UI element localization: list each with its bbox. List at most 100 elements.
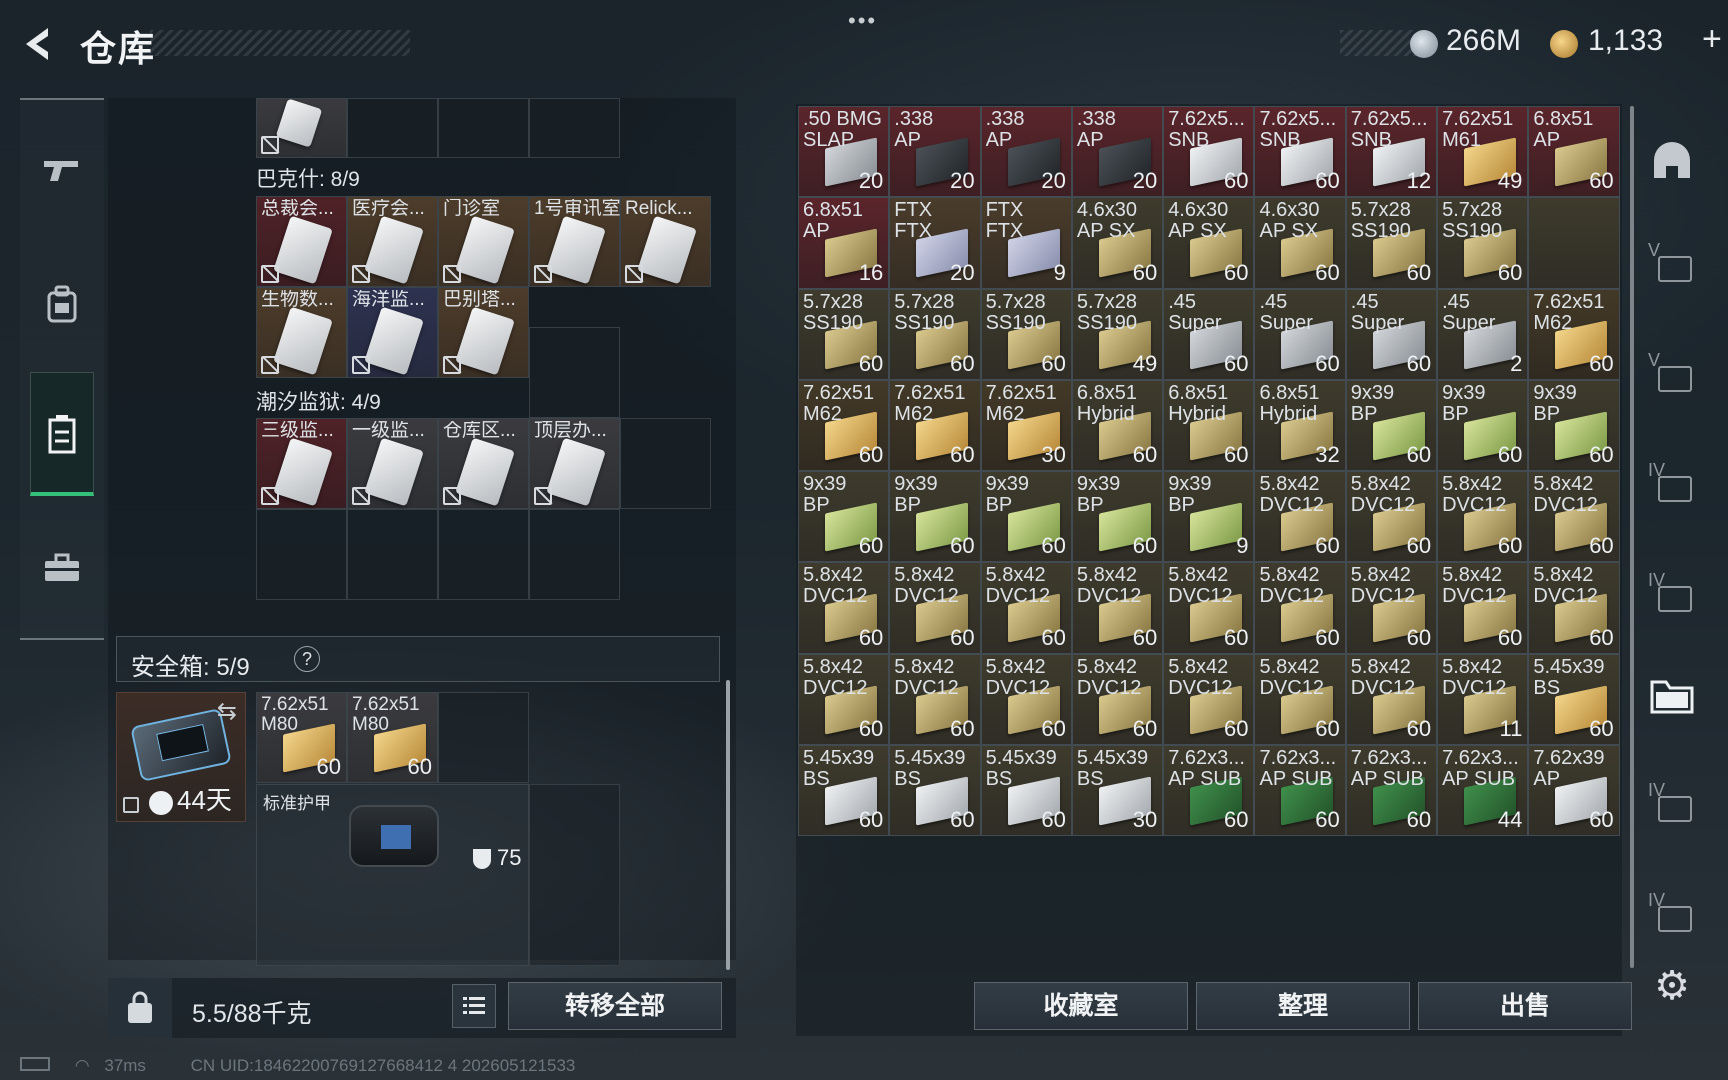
storage-item[interactable]: 9x39 BP 60: [1528, 379, 1620, 472]
storage-item[interactable]: 9x39 BP 60: [980, 471, 1072, 563]
storage-item[interactable]: 7.62x3... AP SUB 60: [1254, 745, 1346, 837]
storage-item[interactable]: 5.8x42 DVC12 60: [889, 653, 981, 746]
transfer-all-button[interactable]: 转移全部: [508, 982, 722, 1030]
storage-item[interactable]: 7.62x5... SNB 60: [1254, 106, 1346, 198]
storage-item[interactable]: 5.8x42 DVC12 60: [889, 562, 981, 654]
keycard-item[interactable]: Relick...: [620, 196, 711, 287]
storage-item[interactable]: 5.8x42 DVC12 60: [1437, 562, 1529, 654]
keycard-item[interactable]: 海洋监...: [347, 287, 438, 378]
tab-tier-2[interactable]: IV: [1648, 460, 1696, 508]
storage-item[interactable]: 7.62x39 AP 60: [1528, 745, 1620, 837]
storage-item[interactable]: 5.8x42 DVC12 60: [1254, 471, 1346, 563]
storage-item[interactable]: 9x39 BP 60: [1071, 471, 1164, 563]
storage-item[interactable]: .45 Super 60: [1254, 288, 1346, 380]
storage-item[interactable]: 6.8x51 Hybrid 32: [1254, 379, 1346, 472]
tab-tier-4[interactable]: IV: [1648, 780, 1696, 828]
storage-item[interactable]: 9x39 BP 9: [1163, 471, 1255, 563]
storage-item[interactable]: .45 Super 60: [1345, 288, 1438, 380]
nav-storage-button[interactable]: [30, 402, 94, 466]
nav-backpack-button[interactable]: [30, 272, 94, 336]
storage-item[interactable]: 5.8x42 DVC12 60: [1071, 562, 1164, 654]
storage-item[interactable]: .338 AP 20: [980, 106, 1072, 198]
storage-item[interactable]: 5.45x39 BS 30: [1071, 745, 1164, 837]
more-menu-button[interactable]: •••: [848, 8, 877, 34]
storage-item[interactable]: 5.8x42 DVC12 60: [1345, 653, 1438, 746]
storage-item[interactable]: 5.8x42 DVC12 60: [1345, 562, 1438, 654]
inventory-item[interactable]: [256, 98, 347, 158]
storage-item[interactable]: .45 Super 60: [1163, 288, 1255, 380]
nav-briefcase-button[interactable]: [30, 536, 94, 600]
storage-item[interactable]: 5.45x39 BS 60: [1528, 653, 1620, 746]
add-currency-button[interactable]: +: [1702, 20, 1722, 59]
storage-item[interactable]: 7.62x51 M62 60: [798, 379, 890, 472]
storage-item[interactable]: 5.8x42 DVC12 60: [1345, 471, 1438, 563]
storage-item[interactable]: 5.8x42 DVC12 60: [1163, 653, 1255, 746]
tab-tier-1[interactable]: V: [1648, 350, 1696, 398]
armor-item[interactable]: 标准护甲 75: [256, 784, 529, 966]
tab-tier-3[interactable]: IV: [1648, 570, 1696, 618]
list-view-button[interactable]: [452, 984, 496, 1028]
storage-item[interactable]: 5.8x42 DVC12 60: [980, 562, 1072, 654]
storage-item[interactable]: FTX FTX 20: [889, 197, 981, 289]
keycard-item[interactable]: 仓库区...: [438, 418, 529, 509]
storage-item[interactable]: 5.8x42 DVC12 60: [798, 562, 890, 654]
storage-item[interactable]: 4.6x30 AP SX 60: [1163, 197, 1255, 289]
storage-item[interactable]: 7.62x51 M62 30: [980, 379, 1072, 472]
keycard-item[interactable]: 门诊室: [438, 196, 529, 287]
keycard-item[interactable]: 三级监...: [256, 418, 347, 509]
tab-helmet[interactable]: [1648, 138, 1696, 186]
storage-item[interactable]: 6.8x51 AP 16: [798, 197, 890, 289]
storage-item[interactable]: 4.6x30 AP SX 60: [1071, 197, 1164, 289]
settings-gear-icon[interactable]: ⚙: [1648, 962, 1696, 1010]
storage-item[interactable]: [1528, 197, 1620, 289]
storage-item[interactable]: 5.8x42 DVC12 60: [1528, 471, 1620, 563]
storage-item[interactable]: 5.7x28 SS190 60: [1345, 197, 1438, 289]
tab-folder-active[interactable]: [1648, 672, 1696, 720]
storage-item[interactable]: FTX FTX 9: [980, 197, 1072, 289]
storage-item[interactable]: 5.8x42 DVC12 60: [1163, 562, 1255, 654]
storage-item[interactable]: 5.7x28 SS190 60: [1437, 197, 1529, 289]
keycard-item[interactable]: 生物数...: [256, 287, 347, 378]
storage-item[interactable]: 7.62x51 M62 60: [1528, 288, 1620, 380]
sort-button[interactable]: 整理: [1196, 982, 1410, 1030]
storage-item[interactable]: 9x39 BP 60: [798, 471, 890, 563]
back-button[interactable]: [18, 22, 62, 66]
storage-item[interactable]: 5.7x28 SS190 60: [798, 288, 890, 380]
safe-box-help-button[interactable]: ?: [294, 646, 320, 672]
storage-item[interactable]: 5.45x39 BS 60: [980, 745, 1072, 837]
keycard-item[interactable]: 医疗会...: [347, 196, 438, 287]
storage-item[interactable]: 7.62x3... AP SUB 60: [1163, 745, 1255, 837]
storage-item[interactable]: .338 AP 20: [889, 106, 981, 198]
keycard-item[interactable]: 总裁会...: [256, 196, 347, 287]
tab-tier-5[interactable]: IV: [1648, 890, 1696, 938]
storage-item[interactable]: 9x39 BP 60: [1345, 379, 1438, 472]
safe-box-item[interactable]: ⇆ 44天: [116, 692, 246, 822]
storage-item[interactable]: 7.62x51 M61 49: [1437, 106, 1529, 198]
collection-room-button[interactable]: 收藏室: [974, 982, 1188, 1030]
weight-lock-button[interactable]: [108, 978, 172, 1038]
storage-item[interactable]: 7.62x5... SNB 60: [1163, 106, 1255, 198]
storage-item[interactable]: 7.62x51 M62 60: [889, 379, 981, 472]
storage-item[interactable]: 7.62x5... SNB 12: [1345, 106, 1438, 198]
storage-item[interactable]: 5.7x28 SS190 49: [1071, 288, 1164, 380]
ammo-item[interactable]: 7.62x51 M80 60: [256, 692, 347, 783]
storage-item[interactable]: 5.8x42 DVC12 60: [980, 653, 1072, 746]
storage-item[interactable]: 9x39 BP 60: [1437, 379, 1529, 472]
storage-item[interactable]: 5.8x42 DVC12 60: [1071, 653, 1164, 746]
storage-item[interactable]: 5.8x42 DVC12 60: [1437, 471, 1529, 563]
nav-weapons-button[interactable]: [30, 138, 94, 202]
tab-tier-0[interactable]: V: [1648, 240, 1696, 288]
keycard-item[interactable]: 顶层办...: [529, 418, 620, 509]
right-scrollbar[interactable]: [1630, 106, 1634, 968]
storage-item[interactable]: .338 AP 20: [1071, 106, 1164, 198]
keycard-item[interactable]: 1号审讯室: [529, 196, 620, 287]
storage-item[interactable]: 5.45x39 BS 60: [798, 745, 890, 837]
storage-item[interactable]: 9x39 BP 60: [889, 471, 981, 563]
storage-item[interactable]: 4.6x30 AP SX 60: [1254, 197, 1346, 289]
keycard-item[interactable]: 一级监...: [347, 418, 438, 509]
storage-item[interactable]: 5.8x42 DVC12 60: [1528, 562, 1620, 654]
storage-item[interactable]: .50 BMG SLAP 20: [798, 106, 890, 198]
storage-item[interactable]: 5.45x39 BS 60: [889, 745, 981, 837]
storage-item[interactable]: 7.62x3... AP SUB 44: [1437, 745, 1529, 837]
storage-item[interactable]: .45 Super 2: [1437, 288, 1529, 380]
